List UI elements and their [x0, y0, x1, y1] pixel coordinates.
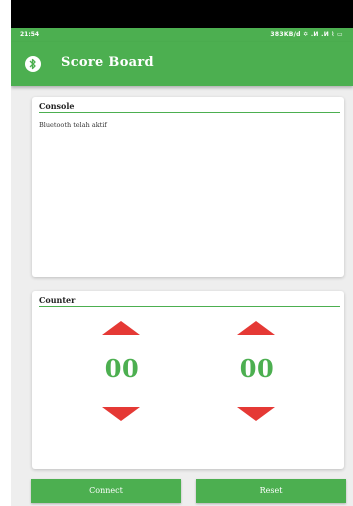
right-decrement-button[interactable]	[237, 407, 275, 421]
bluetooth-icon[interactable]	[25, 56, 41, 72]
right-increment-button[interactable]	[237, 321, 275, 335]
left-increment-button[interactable]	[102, 321, 140, 335]
counter-divider	[39, 306, 340, 307]
arrow-down-icon	[237, 407, 275, 421]
arrow-up-icon	[102, 321, 140, 335]
reset-button[interactable]: Reset	[196, 479, 346, 503]
console-message: Bluetooth telah aktif	[39, 121, 107, 129]
console-title: Console	[39, 101, 75, 111]
right-score: 00	[239, 354, 275, 383]
counter-title: Counter	[39, 295, 76, 305]
console-card: Console Bluetooth telah aktif	[32, 97, 344, 277]
status-indicators: 383KB/d ✡ .ⵍ .ⵍ ⌇ ▭	[270, 31, 343, 38]
camera-cutout-bar	[11, 0, 353, 28]
connect-button[interactable]: Connect	[31, 479, 181, 503]
arrow-up-icon	[237, 321, 275, 335]
right-counter: 00	[217, 321, 297, 431]
status-bar: 21:54 383KB/d ✡ .ⵍ .ⵍ ⌇ ▭	[11, 28, 353, 42]
status-time: 21:54	[20, 31, 40, 38]
phone-screen: 21:54 383KB/d ✡ .ⵍ .ⵍ ⌇ ▭ Score Board Co…	[11, 0, 353, 506]
arrow-down-icon	[102, 407, 140, 421]
left-counter: 00	[82, 321, 162, 431]
console-divider	[39, 112, 340, 113]
left-score: 00	[104, 354, 140, 383]
counter-card: Counter 00 00	[32, 291, 344, 469]
left-decrement-button[interactable]	[102, 407, 140, 421]
app-title: Score Board	[61, 55, 154, 70]
app-bar: Score Board	[11, 42, 353, 86]
